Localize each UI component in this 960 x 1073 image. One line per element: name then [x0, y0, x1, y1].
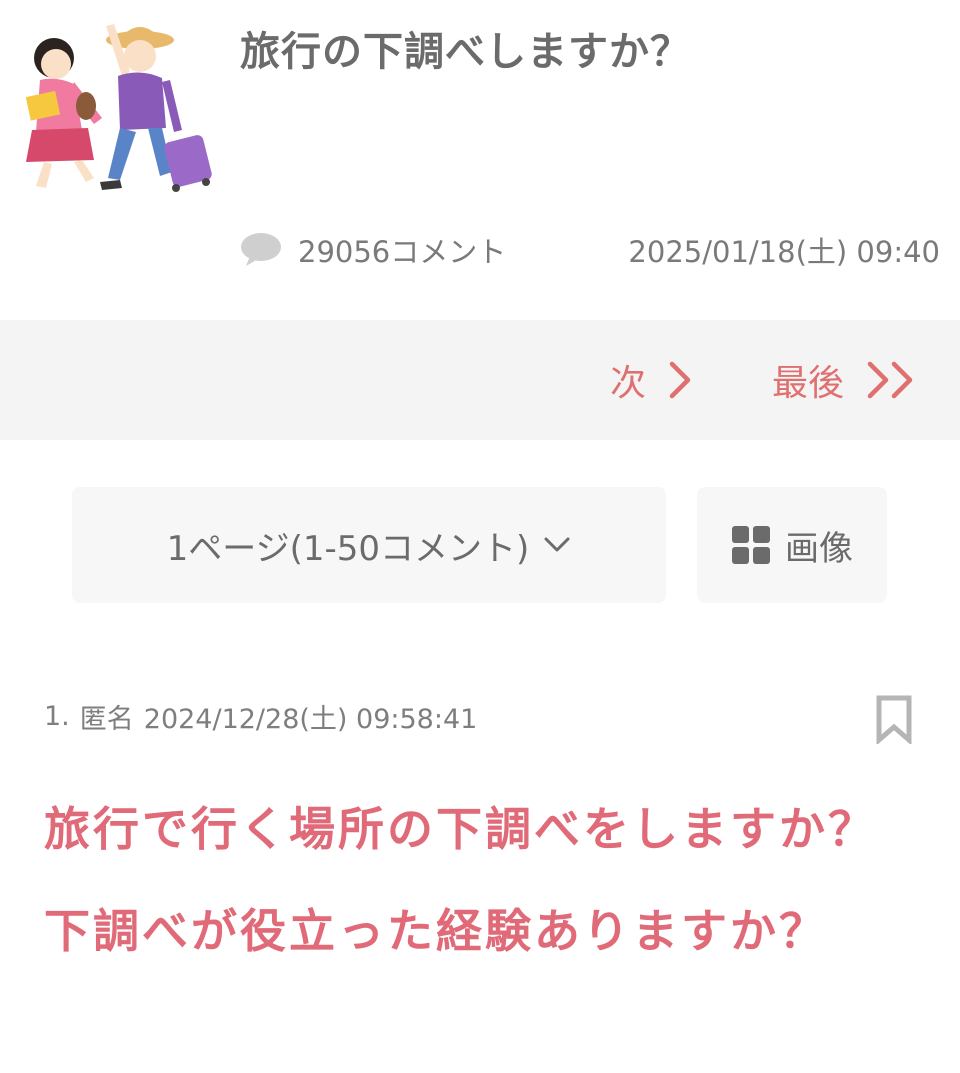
last-page-link[interactable]: 最後	[772, 320, 918, 440]
post-author: 匿名	[79, 703, 134, 735]
next-page-link[interactable]: 次	[610, 320, 692, 440]
grid-icon	[732, 526, 770, 564]
chevron-right-icon	[669, 361, 691, 399]
image-gallery-button[interactable]: 画像	[697, 487, 887, 603]
page: 旅行の下調べしますか？ 29056コメント 2025/01/18(土) 09:4…	[0, 0, 960, 1073]
thread-meta: 29056コメント 2025/01/18(土) 09:40	[240, 228, 940, 272]
image-button-label: 画像	[785, 528, 853, 569]
thread-title: 旅行の下調べしますか？	[240, 29, 691, 75]
comment-count: 29056コメント	[298, 235, 507, 269]
pager-bar: 次 最後	[0, 320, 960, 440]
post-header: 1. 匿名 2024/12/28(土) 09:58:41	[44, 696, 477, 736]
thread-thumbnail-image	[25, 24, 212, 192]
post-timestamp: 2024/12/28(土) 09:58:41	[143, 703, 478, 735]
double-chevron-right-icon	[867, 361, 913, 399]
comment-bubble-icon	[241, 233, 281, 266]
post-number: 1.	[44, 700, 70, 732]
post-body: 旅行で行く場所の下調べをしますか？下調べが役立った経験ありますか？	[44, 802, 877, 958]
next-page-label: 次	[610, 363, 647, 404]
bookmark-icon[interactable]	[874, 694, 914, 744]
last-page-label: 最後	[772, 363, 845, 404]
chevron-down-icon	[544, 537, 570, 552]
page-select-label: 1ページ(1-50コメント)	[166, 528, 530, 569]
thread-date: 2025/01/18(土) 09:40	[628, 235, 940, 269]
page-select-dropdown[interactable]: 1ページ(1-50コメント)	[72, 487, 666, 603]
